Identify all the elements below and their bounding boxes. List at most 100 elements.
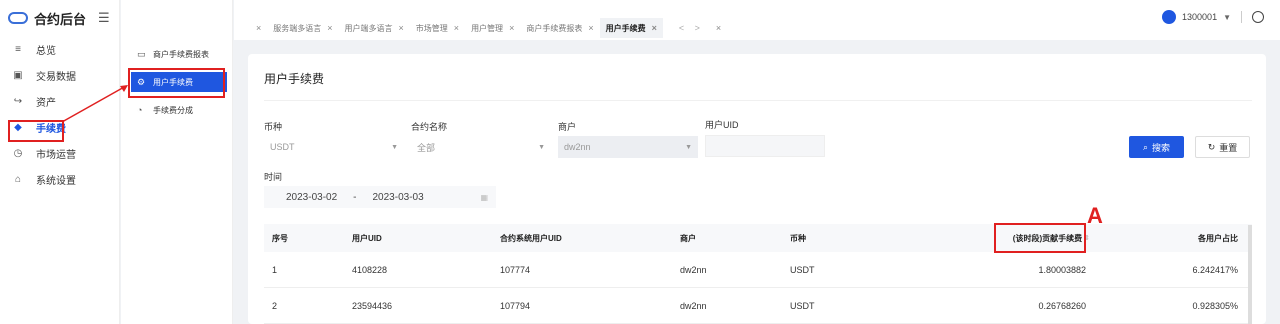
app-title: 合约后台: [34, 11, 87, 27]
search-button-label: 搜索: [1152, 142, 1171, 153]
logo-icon: [8, 12, 28, 24]
currency-value: USDT: [270, 142, 295, 152]
sidebar-item-settings[interactable]: ⌂ 系统设置: [0, 166, 119, 192]
cell-merchant: dw2nn: [680, 301, 707, 311]
close-icon[interactable]: ×: [509, 23, 514, 33]
page-title: 用户手续费: [264, 72, 325, 86]
merchant-label: 商户: [558, 122, 577, 132]
user-menu[interactable]: 1300001 ▼: [1162, 10, 1264, 24]
merchant-select[interactable]: dw2nn ▼: [558, 136, 698, 158]
column-header-uid: 用户UID: [352, 233, 382, 243]
date-end[interactable]: 2023-03-03: [373, 192, 424, 203]
submenu-item-fee-share[interactable]: ◔ 手续费分成: [131, 100, 227, 120]
sidebar-item-label: 资产: [36, 97, 56, 109]
clock-icon: ◷: [13, 147, 23, 159]
annotation-box-fee-column: [994, 223, 1086, 253]
column-header-index: 序号: [272, 233, 288, 243]
currency-select[interactable]: USDT ▼: [264, 136, 404, 158]
cell-fee: 1.80003882: [1038, 265, 1086, 275]
sidebar-item-label: 系统设置: [36, 175, 76, 187]
chart-icon: ▣: [13, 69, 23, 81]
report-icon: ▭: [137, 48, 146, 59]
column-header-ratio: 各用户占比: [1198, 233, 1238, 243]
uid-label: 用户UID: [705, 120, 739, 130]
tab-market-management[interactable]: 市场管理 ×: [410, 18, 465, 38]
uid-input[interactable]: [705, 135, 825, 157]
reset-button-label: 重置: [1219, 142, 1238, 153]
user-name: 1300001: [1182, 12, 1218, 22]
divider: [264, 100, 1252, 101]
close-all-icon[interactable]: ×: [704, 18, 727, 38]
globe-icon[interactable]: [1252, 11, 1264, 23]
tab-label: 用户手续费: [605, 23, 646, 33]
scrollbar[interactable]: [1248, 225, 1252, 324]
contract-label: 合约名称: [411, 122, 448, 132]
sidebar-item-market-ops[interactable]: ◷ 市场运营: [0, 140, 119, 166]
tab-label: 市场管理: [415, 23, 448, 33]
column-header-currency: 币种: [790, 233, 806, 243]
cell-contract-uid: 107774: [500, 265, 531, 275]
tab-label: 用户管理: [471, 23, 504, 33]
divider: [1241, 11, 1242, 23]
close-icon[interactable]: ×: [327, 23, 332, 33]
annotation-label-a: A: [1087, 203, 1103, 228]
chevron-down-icon: ▼: [1223, 12, 1231, 22]
table-row: 2 23594436 107794 dw2nn USDT 0.26768260 …: [264, 288, 1252, 324]
pie-icon: ◔: [137, 105, 143, 115]
close-icon[interactable]: ×: [454, 23, 459, 33]
annotation-box-user-fee: [128, 68, 225, 98]
cell-currency: USDT: [790, 265, 815, 275]
merchant-value: dw2nn: [564, 142, 591, 152]
column-header-merchant: 商户: [680, 233, 696, 243]
cell-contract-uid: 107794: [500, 301, 531, 311]
close-icon[interactable]: ×: [399, 23, 404, 33]
sidebar-item-overview[interactable]: ≡ 总览: [0, 36, 119, 62]
tab-scroll-arrows[interactable]: < >: [679, 23, 704, 33]
tab-label: 商户手续费报表: [526, 23, 583, 33]
currency-label: 币种: [264, 122, 283, 132]
tab-client-i18n[interactable]: 用户端多语言 ×: [339, 18, 410, 38]
cell-index: 2: [272, 301, 278, 311]
tab-merchant-fee-report[interactable]: 商户手续费报表 ×: [520, 18, 599, 38]
sidebar: 合约后台 ☰ ≡ 总览 ▣ 交易数据 ↪ 资产 ◆ 手续费 ◷ 市场运营 ⌂ 系…: [0, 0, 120, 324]
calendar-icon: ▦: [480, 192, 488, 202]
reset-button[interactable]: ↻ 重置: [1195, 136, 1250, 158]
tab-user-management[interactable]: 用户管理 ×: [465, 18, 520, 38]
date-range-picker[interactable]: 2023-03-02 - 2023-03-03 ▦: [264, 186, 496, 208]
time-label: 时间: [264, 172, 283, 182]
search-icon: ⌕: [1142, 141, 1149, 152]
close-icon[interactable]: ×: [652, 23, 657, 33]
cell-ratio: 6.242417%: [1192, 265, 1238, 275]
app-logo[interactable]: 合约后台 ☰: [0, 0, 119, 36]
cell-fee: 0.26768260: [1038, 301, 1086, 311]
submenu-item-label: 手续费分成: [153, 105, 193, 115]
sidebar-item-label: 市场运营: [36, 149, 76, 161]
chevron-down-icon: ▼: [685, 143, 692, 151]
table-header: 序号 用户UID 合约系统用户UID 商户 币种 (该时段)贡献手续费 ⇕ 各用…: [264, 224, 1252, 252]
tab-user-fee[interactable]: 用户手续费 ×: [599, 18, 663, 38]
chevron-down-icon: ▼: [391, 143, 398, 151]
cell-ratio: 0.928305%: [1192, 301, 1238, 311]
settings-icon: ⌂: [14, 173, 22, 185]
tab-label: 用户端多语言: [344, 23, 393, 33]
sidebar-item-label: 总览: [36, 45, 56, 57]
tab-close-leading[interactable]: ×: [244, 18, 267, 38]
date-start[interactable]: 2023-03-02: [286, 192, 337, 203]
date-separator: -: [353, 191, 357, 203]
close-icon[interactable]: ×: [588, 23, 593, 33]
main-card: 用户手续费 币种 USDT ▼ 合约名称 全部 ▼ 商户 dw2nn ▼ 用户U…: [248, 54, 1266, 324]
contract-select[interactable]: 全部 ▼: [411, 136, 551, 158]
submenu-item-merchant-fee-report[interactable]: ▭ 商户手续费报表: [131, 44, 227, 64]
menu-fold-icon[interactable]: ☰: [98, 10, 110, 26]
tab-server-i18n[interactable]: 服务端多语言 ×: [267, 18, 338, 38]
cell-currency: USDT: [790, 301, 815, 311]
annotation-box-fees: [8, 120, 64, 142]
submenu: ▭ 商户手续费报表 ⚙ 用户手续费 ◔ 手续费分成: [121, 0, 233, 324]
column-header-contract-uid: 合约系统用户UID: [500, 233, 562, 243]
sidebar-item-label: 交易数据: [36, 71, 76, 83]
menu-icon: ≡: [15, 43, 21, 55]
cell-uid: 23594436: [352, 301, 393, 311]
search-button[interactable]: ⌕ 搜索: [1129, 136, 1184, 158]
tab-bar: × 服务端多语言 × 用户端多语言 × 市场管理 × 用户管理 × 商户手续费报表 × 用…: [234, 0, 1280, 40]
annotation-arrow: [61, 85, 128, 123]
